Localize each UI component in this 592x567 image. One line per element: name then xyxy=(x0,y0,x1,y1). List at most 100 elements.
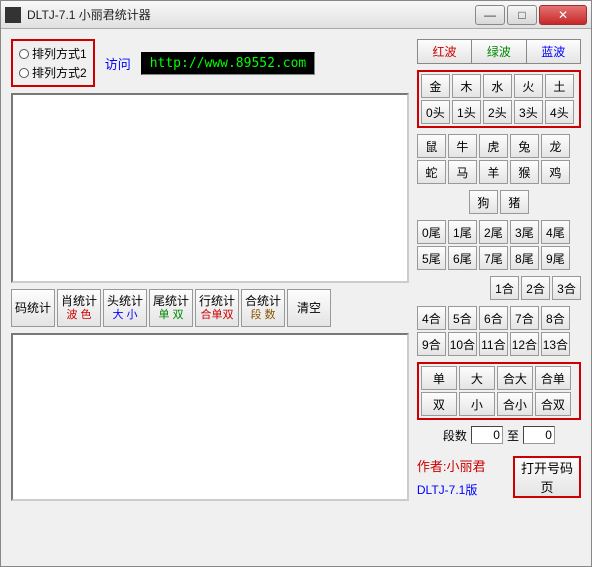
wave-green-button[interactable]: 绿波 xyxy=(472,40,526,63)
combo-dan[interactable]: 单 xyxy=(421,366,457,390)
stat-label: 码统计 xyxy=(15,301,51,315)
tail-7[interactable]: 7尾 xyxy=(479,246,508,270)
he-9[interactable]: 9合 xyxy=(417,332,446,356)
app-window: DLTJ-7.1 小丽君统计器 — □ ✕ 排列方式1 排列方式2 xyxy=(0,0,592,567)
stat-buttons-row: 码统计 肖统计 波 色 头统计 大 小 尾统计 单 双 行统计 合单双 xyxy=(11,289,409,327)
tails-grid: 0尾 1尾 2尾 3尾 4尾 5尾 6尾 7尾 8尾 9尾 xyxy=(417,220,581,270)
he-12[interactable]: 12合 xyxy=(510,332,539,356)
clear-button[interactable]: 清空 xyxy=(287,289,331,327)
combo-da[interactable]: 大 xyxy=(459,366,495,390)
left-column: 排列方式1 排列方式2 访问 http://www.89552.com 码统计 … xyxy=(11,39,409,556)
range-row: 段数 至 xyxy=(417,426,581,444)
head-0[interactable]: 0头 xyxy=(421,100,450,124)
open-numbers-button[interactable]: 打开号码页 xyxy=(513,456,581,498)
window-controls: — □ ✕ xyxy=(473,5,587,25)
stat-tou-button[interactable]: 头统计 大 小 xyxy=(103,289,147,327)
stat-hang-button[interactable]: 行统计 合单双 xyxy=(195,289,239,327)
he-8[interactable]: 8合 xyxy=(541,306,570,330)
combo-hexiao[interactable]: 合小 xyxy=(497,392,533,416)
zodiac-tiger[interactable]: 虎 xyxy=(479,134,508,158)
visit-label: 访问 xyxy=(105,54,131,73)
stat-label: 清空 xyxy=(297,301,321,315)
head-2[interactable]: 2头 xyxy=(483,100,512,124)
head-1[interactable]: 1头 xyxy=(452,100,481,124)
tail-2[interactable]: 2尾 xyxy=(479,220,508,244)
he-6[interactable]: 6合 xyxy=(479,306,508,330)
minimize-button[interactable]: — xyxy=(475,5,505,25)
tail-1[interactable]: 1尾 xyxy=(448,220,477,244)
range-from-input[interactable] xyxy=(471,426,503,444)
element-mu[interactable]: 木 xyxy=(452,74,481,98)
maximize-button[interactable]: □ xyxy=(507,5,537,25)
elements-row: 金 木 水 火 土 xyxy=(421,74,577,98)
element-tu[interactable]: 土 xyxy=(545,74,574,98)
he-4[interactable]: 4合 xyxy=(417,306,446,330)
combo-row1: 单 大 合大 合单 xyxy=(421,366,577,390)
tail-0[interactable]: 0尾 xyxy=(417,220,446,244)
he-3[interactable]: 3合 xyxy=(552,276,581,300)
element-huo[interactable]: 火 xyxy=(514,74,543,98)
zodiac-monkey[interactable]: 猴 xyxy=(510,160,539,184)
stat-label: 头统计 xyxy=(107,294,143,308)
input-textarea-top[interactable] xyxy=(11,93,409,283)
zodiac-rooster[interactable]: 鸡 xyxy=(541,160,570,184)
sort-mode-2[interactable]: 排列方式2 xyxy=(19,63,87,82)
zodiac-ox[interactable]: 牛 xyxy=(448,134,477,158)
he-5[interactable]: 5合 xyxy=(448,306,477,330)
he-10[interactable]: 10合 xyxy=(448,332,477,356)
output-textarea-bottom[interactable] xyxy=(11,333,409,501)
zodiac-snake[interactable]: 蛇 xyxy=(417,160,446,184)
he-grid-row1: 1合 2合 3合 xyxy=(417,276,581,300)
stat-wei-button[interactable]: 尾统计 单 双 xyxy=(149,289,193,327)
element-jin[interactable]: 金 xyxy=(421,74,450,98)
he-11[interactable]: 11合 xyxy=(479,332,508,356)
combo-row2: 双 小 合小 合双 xyxy=(421,392,577,416)
combo-hedan[interactable]: 合单 xyxy=(535,366,571,390)
zodiac-dragon[interactable]: 龙 xyxy=(541,134,570,158)
combo-shuang[interactable]: 双 xyxy=(421,392,457,416)
head-4[interactable]: 4头 xyxy=(545,100,574,124)
zodiac-grid: 鼠 牛 虎 兔 龙 蛇 马 羊 猴 鸡 xyxy=(417,134,581,184)
zodiac-pig[interactable]: 猪 xyxy=(500,190,529,214)
element-shui[interactable]: 水 xyxy=(483,74,512,98)
he-2[interactable]: 2合 xyxy=(521,276,550,300)
tail-3[interactable]: 3尾 xyxy=(510,220,539,244)
tail-9[interactable]: 9尾 xyxy=(541,246,570,270)
zodiac-grid-row2: 狗 猪 xyxy=(417,190,581,214)
head-3[interactable]: 3头 xyxy=(514,100,543,124)
he-1[interactable]: 1合 xyxy=(490,276,519,300)
close-button[interactable]: ✕ xyxy=(539,5,587,25)
stat-label: 合统计 xyxy=(245,294,281,308)
zodiac-goat[interactable]: 羊 xyxy=(479,160,508,184)
sort-mode-1[interactable]: 排列方式1 xyxy=(19,44,87,63)
he-13[interactable]: 13合 xyxy=(541,332,570,356)
wave-red-button[interactable]: 红波 xyxy=(418,40,472,63)
radio-icon xyxy=(19,49,29,59)
combo-xiao[interactable]: 小 xyxy=(459,392,495,416)
url-display[interactable]: http://www.89552.com xyxy=(141,52,316,75)
zodiac-horse[interactable]: 马 xyxy=(448,160,477,184)
stat-ma-button[interactable]: 码统计 xyxy=(11,289,55,327)
tail-5[interactable]: 5尾 xyxy=(417,246,446,270)
zodiac-rabbit[interactable]: 兔 xyxy=(510,134,539,158)
stat-sub-label: 段 数 xyxy=(250,308,275,322)
tail-8[interactable]: 8尾 xyxy=(510,246,539,270)
content-area: 排列方式1 排列方式2 访问 http://www.89552.com 码统计 … xyxy=(1,29,591,566)
right-column: 红波 绿波 蓝波 金 木 水 火 土 0头 1头 2头 3头 4头 xyxy=(417,39,581,556)
combo-heshuang[interactable]: 合双 xyxy=(535,392,571,416)
stat-xiao-button[interactable]: 肖统计 波 色 xyxy=(57,289,101,327)
combo-group: 单 大 合大 合单 双 小 合小 合双 xyxy=(417,362,581,420)
top-row: 排列方式1 排列方式2 访问 http://www.89552.com xyxy=(11,39,409,87)
tail-4[interactable]: 4尾 xyxy=(541,220,570,244)
range-to-input[interactable] xyxy=(523,426,555,444)
combo-heda[interactable]: 合大 xyxy=(497,366,533,390)
zodiac-rat[interactable]: 鼠 xyxy=(417,134,446,158)
wave-blue-button[interactable]: 蓝波 xyxy=(527,40,580,63)
he-7[interactable]: 7合 xyxy=(510,306,539,330)
stat-he-button[interactable]: 合统计 段 数 xyxy=(241,289,285,327)
version-label: DLTJ-7.1版 xyxy=(417,481,486,498)
titlebar: DLTJ-7.1 小丽君统计器 — □ ✕ xyxy=(1,1,591,29)
zodiac-dog[interactable]: 狗 xyxy=(469,190,498,214)
tail-6[interactable]: 6尾 xyxy=(448,246,477,270)
stat-sub-label: 合单双 xyxy=(201,308,234,322)
